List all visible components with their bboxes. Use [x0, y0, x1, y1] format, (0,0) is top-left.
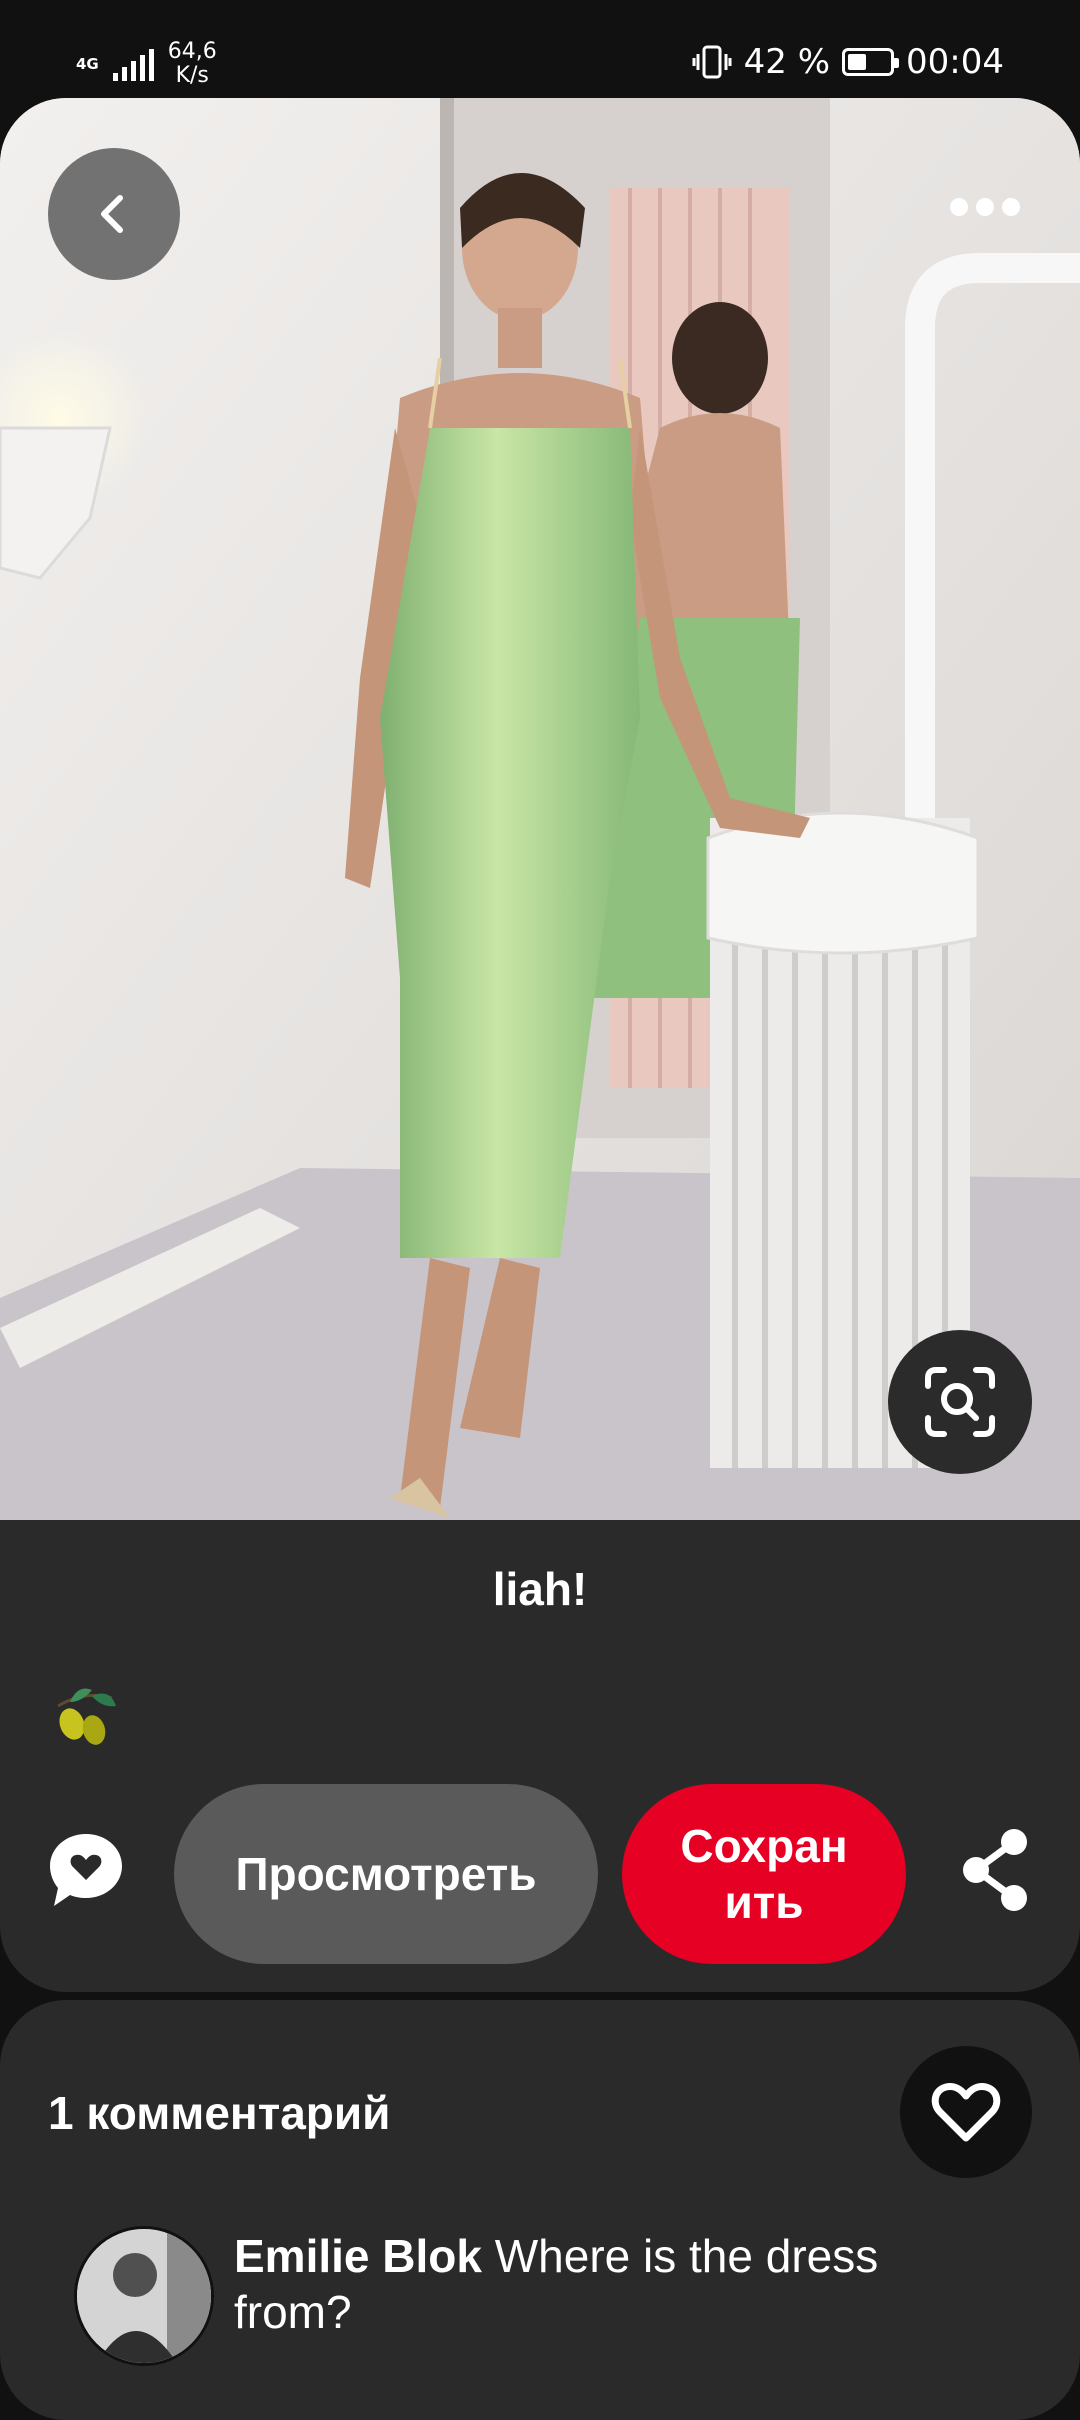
pin-title: liah! — [492, 1563, 588, 1615]
pin-photo-illustration — [0, 98, 1080, 1520]
save-label-line-2: ить — [724, 1876, 804, 1928]
chat-heart-icon[interactable] — [46, 1830, 126, 1910]
clock: 00:04 — [906, 42, 1004, 82]
save-label-line-1: Сохран — [680, 1820, 848, 1872]
save-button[interactable]: Сохран ить — [622, 1784, 906, 1964]
back-button[interactable] — [48, 148, 180, 280]
share-icon[interactable] — [958, 1826, 1034, 1916]
comment-author[interactable]: Emilie Blok — [234, 2230, 482, 2282]
battery-icon — [842, 48, 900, 76]
status-right: 42 % 00:04 — [692, 42, 1004, 82]
network-type: 4G — [76, 54, 99, 73]
more-horizontal-icon — [950, 198, 968, 216]
visual-search-icon — [925, 1367, 995, 1437]
more-options-button[interactable] — [950, 198, 1020, 216]
speed-unit: K/s — [175, 63, 209, 88]
olive-icon — [57, 1688, 116, 1745]
network-speed: 64,6 K/s — [168, 40, 217, 88]
status-bar: 4G 64,6 K/s 42 % 00:04 — [0, 0, 1080, 98]
heart-outline-icon — [931, 2083, 1001, 2142]
network-label: 4G — [76, 54, 99, 73]
visual-search-button[interactable] — [888, 1330, 1032, 1474]
comments-section: 1 комментарий Emilie Blok Where is the d… — [0, 2000, 1080, 2420]
comment-item: Emilie Blok Where is the dress from? — [234, 2228, 994, 2340]
pin-image[interactable] — [0, 98, 1080, 1520]
pin-card: liah! Просмотреть Сохран ить — [0, 98, 1080, 1992]
board-icon[interactable] — [48, 1680, 120, 1752]
speed-value: 64,6 — [167, 39, 217, 64]
battery-percent: 42 % — [743, 42, 831, 82]
chevron-left-icon — [101, 195, 123, 233]
like-button[interactable] — [900, 2046, 1032, 2178]
avatar-image — [77, 2229, 211, 2363]
vibrate-icon — [692, 45, 732, 79]
status-left: 4G 64,6 K/s — [76, 40, 217, 88]
avatar[interactable] — [74, 2226, 214, 2366]
view-button[interactable]: Просмотреть — [174, 1784, 598, 1964]
signal-icon — [112, 47, 154, 81]
comments-count[interactable]: 1 комментарий — [48, 2086, 390, 2140]
pin-actions: Просмотреть Сохран ить — [0, 1784, 1080, 1964]
